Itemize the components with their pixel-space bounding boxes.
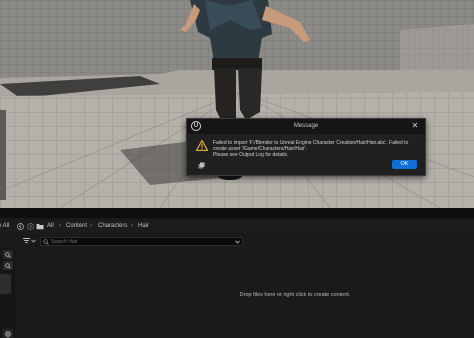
copy-icon[interactable] bbox=[198, 162, 205, 169]
breadcrumb-separator: › bbox=[90, 223, 92, 229]
settings-icon bbox=[5, 330, 11, 337]
breadcrumb-content[interactable]: Content bbox=[66, 220, 87, 233]
empty-content-message: Drop files here or right click to create… bbox=[239, 292, 351, 298]
folder-icon[interactable] bbox=[36, 223, 44, 230]
breadcrumb-characters[interactable]: Characters bbox=[98, 220, 127, 233]
sources-settings-button[interactable] bbox=[3, 329, 13, 338]
chevron-down-icon[interactable] bbox=[235, 240, 240, 244]
sources-search-button[interactable] bbox=[3, 250, 13, 259]
search-box[interactable] bbox=[40, 237, 243, 246]
viewport-scene bbox=[0, 0, 474, 208]
panel-tab-strip bbox=[0, 208, 474, 218]
filter-icon[interactable] bbox=[23, 238, 30, 244]
message-dialog: U Message ✕ Failed to import 'F:/Blender… bbox=[186, 118, 426, 176]
warning-icon bbox=[196, 140, 208, 151]
folder-tree-list[interactable] bbox=[0, 274, 11, 294]
search-icon bbox=[5, 262, 11, 269]
dialog-title: Message bbox=[293, 123, 319, 129]
search-icon bbox=[43, 239, 49, 245]
level-viewport[interactable]: U Message ✕ Failed to import 'F:/Blender… bbox=[0, 0, 474, 208]
path-bar: e All All › Content › Characters › Hair bbox=[0, 220, 474, 233]
chevron-down-icon[interactable] bbox=[31, 239, 36, 243]
content-browser: e All All › Content › Characters › Hair bbox=[0, 208, 474, 338]
history-forward-icon[interactable] bbox=[27, 223, 34, 230]
breadcrumb-separator: › bbox=[131, 223, 133, 229]
dialog-message: Failed to import 'F:/Blender to Unreal E… bbox=[213, 140, 409, 158]
message-line: Please see Output Log for details. bbox=[213, 152, 289, 158]
ok-button[interactable]: OK bbox=[392, 160, 417, 169]
history-back-icon[interactable] bbox=[17, 223, 24, 230]
breadcrumb-separator: › bbox=[59, 223, 61, 229]
search-input[interactable] bbox=[51, 238, 231, 245]
folder-tree-label[interactable]: e All bbox=[0, 220, 9, 233]
breadcrumb-hair[interactable]: Hair bbox=[138, 220, 149, 233]
search-icon bbox=[5, 251, 11, 258]
breadcrumb-all[interactable]: All bbox=[47, 220, 54, 233]
collections-search-button[interactable] bbox=[3, 261, 13, 270]
close-icon[interactable]: ✕ bbox=[410, 121, 420, 131]
